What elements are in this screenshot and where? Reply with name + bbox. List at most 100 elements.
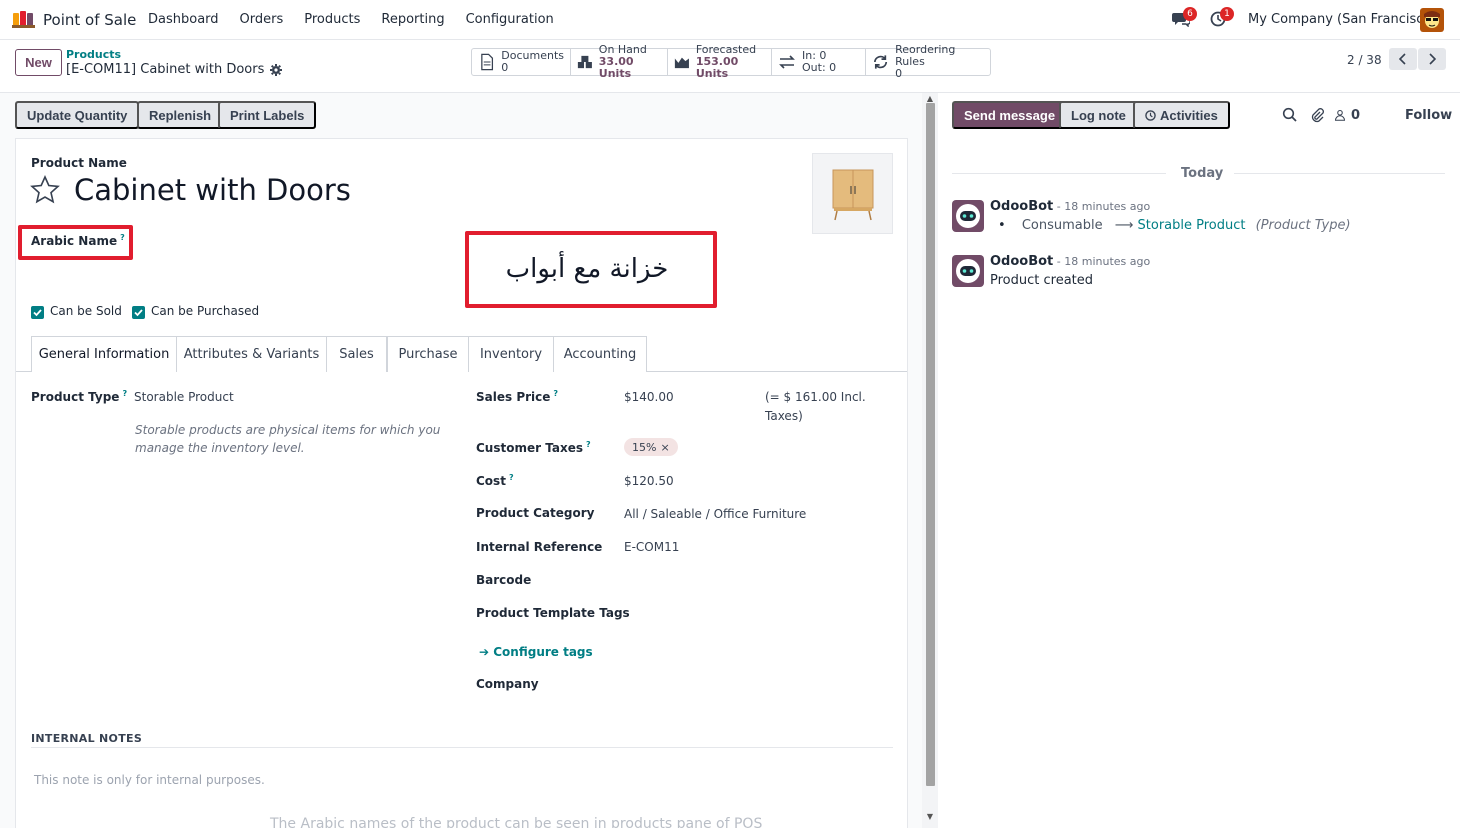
divider	[952, 173, 1166, 174]
smart-in-out[interactable]: In: 0 Out: 0	[772, 49, 866, 75]
search-icon[interactable]	[1282, 107, 1298, 123]
menu-products[interactable]: Products	[304, 12, 360, 27]
smart-on-hand[interactable]: On Hand 33.00 Units	[571, 44, 668, 80]
smart-documents[interactable]: Documents 0	[472, 49, 571, 75]
tab-attributes-variants[interactable]: Attributes & Variants	[177, 336, 327, 372]
follow-button[interactable]: Follow	[1405, 108, 1452, 123]
message-author: OdooBot - 18 minutes ago	[990, 254, 1151, 269]
pager-value[interactable]: 2 / 38	[1347, 53, 1382, 67]
log-note-button[interactable]: Log note	[1059, 101, 1138, 129]
can-be-purchased-label[interactable]: Can be Purchased	[151, 304, 259, 318]
exchange-icon	[779, 55, 795, 69]
tab-sales[interactable]: Sales	[327, 336, 387, 372]
product-image[interactable]	[812, 153, 893, 234]
internal-notes-field[interactable]: This note is only for internal purposes.	[34, 773, 265, 787]
message-body: Product created	[990, 273, 1094, 288]
tab-inventory[interactable]: Inventory	[469, 336, 554, 372]
product-category-field[interactable]: All / Saleable / Office Furniture	[624, 507, 806, 521]
refresh-icon	[873, 55, 888, 69]
can-be-sold-checkbox[interactable]	[31, 306, 44, 319]
tax-tag[interactable]: 15% ×	[624, 438, 678, 456]
scrollbar-thumb[interactable]	[926, 103, 935, 786]
app-name[interactable]: Point of Sale	[43, 11, 136, 29]
tab-accounting[interactable]: Accounting	[554, 336, 647, 372]
send-message-button[interactable]: Send message	[952, 101, 1068, 129]
control-panel: New Products [E-COM11] Cabinet with Door…	[0, 40, 1460, 93]
company-switcher[interactable]: My Company (San Francisco)	[1248, 12, 1436, 27]
incl-taxes-text: (= $ 161.00 Incl.	[765, 390, 866, 404]
pager-next-button[interactable]	[1418, 48, 1446, 70]
sales-price-field[interactable]: $140.00	[624, 390, 674, 404]
help-icon[interactable]: ?	[120, 233, 125, 242]
print-labels-button[interactable]: Print Labels	[218, 101, 317, 129]
product-type-field[interactable]: Storable Product	[134, 390, 234, 404]
close-icon[interactable]: ×	[660, 441, 669, 454]
caption-text: The Arabic names of the product can be s…	[270, 816, 763, 828]
help-icon[interactable]: ?	[553, 389, 558, 398]
pos-app-icon[interactable]	[12, 10, 38, 28]
cost-label: Cost?	[476, 473, 514, 488]
gear-icon[interactable]	[270, 63, 283, 76]
odoobot-avatar[interactable]	[952, 200, 984, 232]
internal-reference-label: Internal Reference	[476, 540, 603, 554]
menu-reporting[interactable]: Reporting	[381, 12, 444, 27]
arabic-name-field[interactable]: خزانة مع أبواب	[494, 254, 680, 284]
user-avatar[interactable]	[1420, 8, 1444, 32]
replenish-button[interactable]: Replenish	[137, 101, 224, 129]
can-be-sold-label[interactable]: Can be Sold	[50, 304, 122, 318]
activities-button[interactable]: Activities	[1133, 101, 1230, 129]
product-template-tags-label: Product Template Tags	[476, 606, 630, 620]
arabic-name-label: Arabic Name?	[31, 233, 125, 248]
tab-general-information[interactable]: General Information	[31, 336, 177, 372]
cabinet-image-icon	[832, 169, 874, 221]
menu-configuration[interactable]: Configuration	[466, 12, 554, 27]
scroll-down-icon[interactable]: ▼	[924, 812, 936, 822]
new-button[interactable]: New	[15, 49, 62, 76]
can-be-purchased-checkbox[interactable]	[132, 306, 145, 319]
activity-badge: 1	[1220, 7, 1234, 21]
tracking-change: • Consumable ⟶ Storable Product (Product…	[998, 218, 1351, 233]
checkmark-icon	[134, 309, 143, 317]
followers-count[interactable]: 0	[1351, 108, 1360, 123]
smart-reordering[interactable]: Reordering Rules 0	[866, 44, 990, 80]
tab-purchase[interactable]: Purchase	[387, 336, 469, 372]
configure-tags-link[interactable]: ➔ Configure tags	[479, 645, 593, 659]
chevron-right-icon	[1429, 53, 1436, 65]
bullet: •	[998, 218, 1006, 233]
product-name-label: Product Name	[31, 156, 127, 170]
internal-reference-field[interactable]: E-COM11	[624, 540, 679, 554]
incl-taxes-text: Taxes)	[765, 409, 803, 423]
scroll-up-icon[interactable]: ▲	[924, 94, 936, 104]
arrow-right-icon: ⟶	[1114, 218, 1134, 233]
barcode-label: Barcode	[476, 573, 532, 587]
odoobot-avatar[interactable]	[952, 255, 984, 287]
help-icon[interactable]: ?	[122, 389, 127, 398]
update-quantity-button[interactable]: Update Quantity	[15, 101, 140, 129]
form-area: Update Quantity Replenish Print Labels P…	[0, 93, 922, 828]
breadcrumb-parent[interactable]: Products	[66, 48, 121, 61]
star-icon[interactable]	[30, 175, 60, 205]
form-sheet: Product Name Cabinet with Doors Arabic N…	[15, 138, 908, 828]
checkmark-icon	[33, 309, 42, 317]
cost-field[interactable]: $120.50	[624, 474, 674, 488]
product-type-help: manage the inventory level.	[135, 441, 305, 455]
paperclip-icon[interactable]	[1309, 107, 1325, 123]
product-name-field[interactable]: Cabinet with Doors	[74, 173, 351, 207]
menu-dashboard[interactable]: Dashboard	[148, 12, 219, 27]
help-icon[interactable]: ?	[509, 473, 514, 482]
chevron-left-icon	[1399, 53, 1406, 65]
company-label: Company	[476, 677, 539, 691]
smart-forecasted[interactable]: Forecasted 153.00 Units	[668, 44, 772, 80]
top-navbar: Point of Sale Dashboard Orders Products …	[0, 0, 1460, 40]
user-icon[interactable]	[1334, 107, 1346, 123]
sales-price-label: Sales Price?	[476, 389, 559, 404]
main-menu: Dashboard Orders Products Reporting Conf…	[148, 12, 575, 27]
internal-notes-heading: INTERNAL NOTES	[31, 732, 143, 745]
cubes-icon	[577, 55, 592, 69]
message-author: OdooBot - 18 minutes ago	[990, 199, 1151, 214]
pager-previous-button[interactable]	[1389, 48, 1417, 70]
document-icon	[481, 53, 494, 71]
menu-orders[interactable]: Orders	[240, 12, 284, 27]
help-icon[interactable]: ?	[586, 440, 591, 449]
smart-buttons: Documents 0 On Hand 33.00 Units Forecasted…	[471, 44, 991, 80]
